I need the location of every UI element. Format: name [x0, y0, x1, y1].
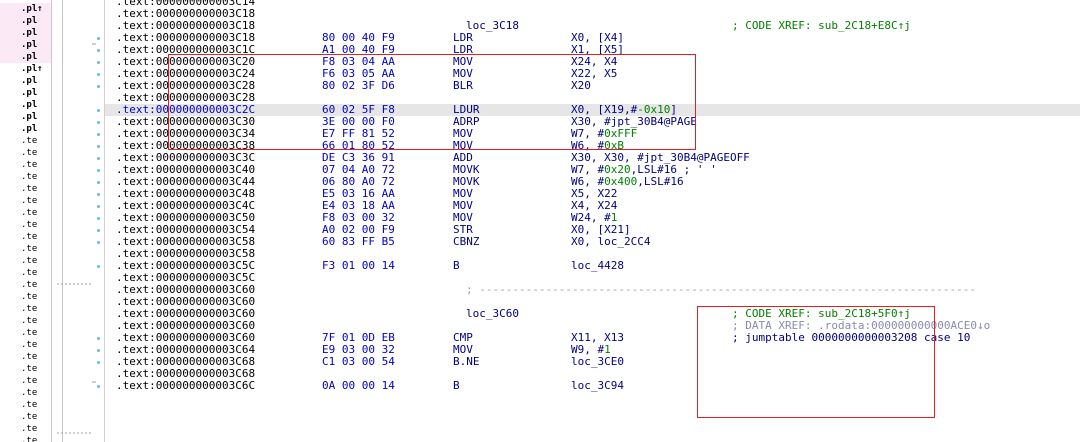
disassembly-listing[interactable]: .text:000000000003C14 .text:000000000003C…	[0, 0, 1080, 442]
gutter-marker[interactable]	[97, 49, 100, 52]
operand-text: loc_3C94	[571, 379, 624, 392]
listing-row[interactable]: .text:000000000003C6C 0A 00 00 14 Bloc_3C9…	[105, 380, 1080, 392]
gutter-marker[interactable]	[97, 349, 100, 352]
mnemonic: B	[453, 259, 460, 272]
operands: loc_4428	[571, 260, 624, 272]
mnemonic: BLR	[453, 79, 473, 92]
code-label: loc_3C18	[466, 19, 519, 32]
opcode-bytes: C1 03 00 54	[322, 355, 395, 368]
gutter-marker[interactable]	[97, 121, 100, 124]
gutter-marker[interactable]	[97, 133, 100, 136]
gutter-marker[interactable]	[97, 73, 100, 76]
xref-comment: ; CODE XREF: sub_2C18+E8C↑j	[732, 19, 911, 32]
code-label: loc_3C60	[466, 307, 519, 320]
operands: loc_3C94	[571, 380, 624, 392]
operands: loc_3CE0	[571, 356, 624, 368]
mnemonic: B.NE	[453, 355, 480, 368]
gutter-marker[interactable]	[97, 37, 100, 40]
address: .text:000000000003C6C	[116, 379, 256, 392]
gutter-marker[interactable]	[97, 217, 100, 220]
gutter-marker[interactable]	[97, 265, 100, 268]
gutter-marker[interactable]	[97, 61, 100, 64]
opcode-bytes: F3 01 00 14	[322, 259, 395, 272]
xref-comment: ; jumptable 0000000000003208 case 10	[732, 331, 971, 344]
gutter-marker[interactable]	[97, 109, 100, 112]
opcode-bytes: 80 02 3F D6	[322, 79, 395, 92]
separator-line: ; --------------------------------------…	[466, 283, 976, 296]
gutter-marker[interactable]	[97, 193, 100, 196]
opcode-bytes: 60 83 FF B5	[322, 235, 395, 248]
gutter-marker[interactable]	[97, 145, 100, 148]
gutter-marker[interactable]	[97, 85, 100, 88]
operand-text: loc_3CE0	[571, 355, 624, 368]
operand-text: loc_4428	[571, 259, 624, 272]
operand-text: X20	[571, 79, 591, 92]
gutter-marker[interactable]	[97, 337, 100, 340]
gutter-marker[interactable]	[97, 181, 100, 184]
gutter-marker[interactable]	[97, 205, 100, 208]
operands: X0, loc_2CC4	[571, 236, 650, 248]
gutter-marker[interactable]	[97, 385, 100, 388]
opcode-bytes: 0A 00 00 14	[322, 379, 395, 392]
gutter-marker[interactable]	[97, 169, 100, 172]
gutter-marker[interactable]	[97, 157, 100, 160]
gutter-marker[interactable]	[97, 229, 100, 232]
operand-text: X0, loc_2CC4	[571, 235, 651, 248]
operands: X20	[571, 80, 591, 92]
gutter-marker[interactable]	[97, 241, 100, 244]
mnemonic: B	[453, 379, 460, 392]
operand-tail: ,LSL#16	[637, 175, 684, 188]
mnemonic: CBNZ	[453, 235, 480, 248]
gutter-marker[interactable]	[97, 361, 100, 364]
